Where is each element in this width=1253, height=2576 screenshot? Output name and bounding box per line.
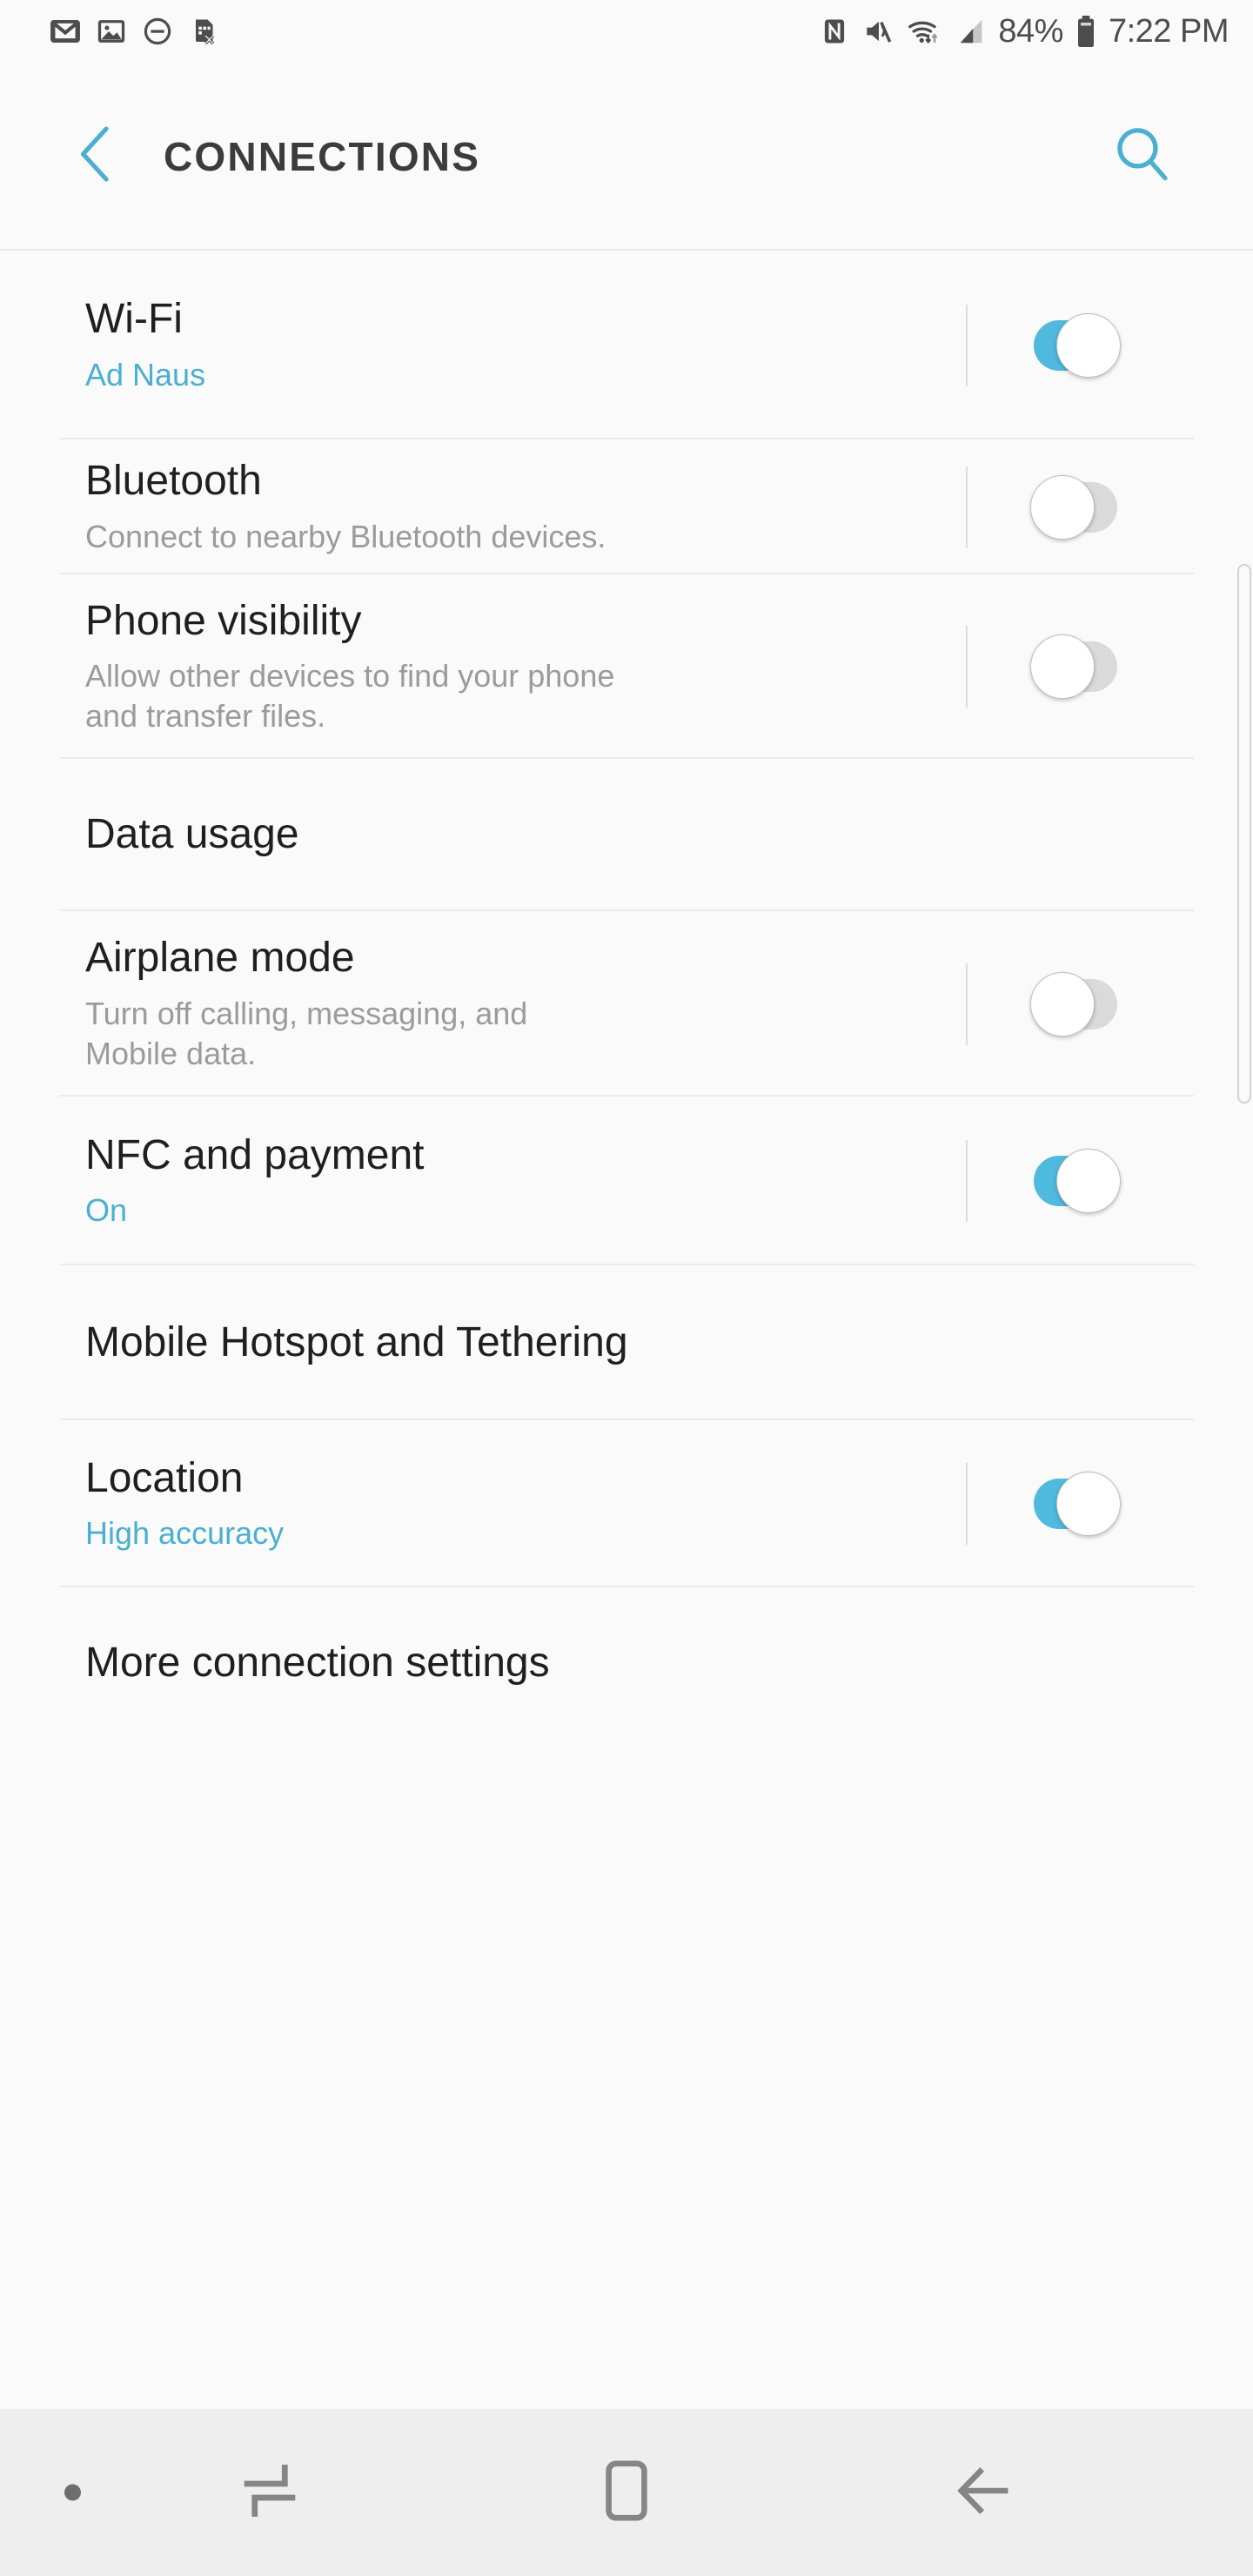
- row-text-group: Mobile Hotspot and Tethering: [85, 1318, 1253, 1368]
- row-subtitle: Turn off calling, messaging, and Mobile …: [85, 995, 528, 1071]
- photos-icon: [96, 16, 127, 47]
- row-title: NFC and payment: [85, 1131, 425, 1178]
- status-bar: 84% 7:22 PM: [0, 0, 1253, 63]
- toggle-knob: [1056, 312, 1121, 378]
- home-icon: [596, 2457, 657, 2529]
- nfc-icon: [819, 16, 850, 47]
- toggle-knob: [1030, 474, 1095, 540]
- settings-row-airplane-mode[interactable]: Airplane mode Turn off calling, messagin…: [0, 911, 1253, 1097]
- airplane-mode-toggle[interactable]: [1030, 971, 1117, 1036]
- sim-card-disabled-icon: [188, 16, 219, 47]
- do-not-disturb-icon: [141, 15, 174, 48]
- row-text-group: NFC and payment On: [85, 1131, 966, 1231]
- settings-row-location[interactable]: Location High accuracy: [0, 1420, 1253, 1587]
- settings-row-bluetooth[interactable]: Bluetooth Connect to nearby Bluetooth de…: [0, 439, 1253, 574]
- mute-icon: [861, 15, 895, 48]
- back-button[interactable]: [44, 104, 148, 209]
- row-title: Phone visibility: [85, 597, 362, 644]
- page-title: CONNECTIONS: [164, 133, 481, 179]
- row-title: More connection settings: [85, 1640, 550, 1687]
- wifi-toggle[interactable]: [1034, 312, 1121, 378]
- app-header: CONNECTIONS: [0, 63, 1253, 250]
- row-subtitle: High accuracy: [85, 1515, 285, 1552]
- back-icon: [950, 2459, 1016, 2526]
- row-title: Bluetooth: [85, 458, 262, 505]
- row-subtitle: Ad Naus: [85, 356, 206, 392]
- row-title: Location: [85, 1454, 244, 1501]
- toggle-separator: [966, 304, 968, 386]
- home-button[interactable]: [557, 2440, 696, 2545]
- location-toggle[interactable]: [1034, 1472, 1121, 1536]
- battery-icon: [1075, 14, 1097, 49]
- status-bar-right-icons: 84% 7:22 PM: [819, 13, 1230, 50]
- toggle-separator: [966, 1463, 968, 1545]
- phone-screen: 84% 7:22 PM CONNECTIONS Wi-Fi Ad Naus Bl…: [0, 0, 1253, 2576]
- gmail-icon: [49, 15, 82, 48]
- toggle-area: [966, 439, 1253, 574]
- toggle-separator: [966, 626, 968, 708]
- toggle-area: [966, 911, 1253, 1097]
- toggle-separator: [966, 963, 968, 1045]
- toggle-separator: [966, 1140, 968, 1222]
- row-text-group: Wi-Fi Ad Naus: [85, 295, 966, 395]
- toggle-area: [966, 1097, 1253, 1265]
- toggle-area: [966, 251, 1253, 439]
- settings-row-data-usage[interactable]: Data usage: [0, 759, 1253, 911]
- row-text-group: Airplane mode Turn off calling, messagin…: [85, 934, 966, 1074]
- search-icon: [1111, 123, 1174, 190]
- row-title: Airplane mode: [85, 935, 355, 982]
- chevron-left-icon: [70, 122, 121, 191]
- row-subtitle: On: [85, 1192, 128, 1229]
- navigation-bar: [0, 2409, 1253, 2576]
- recents-icon: [238, 2459, 302, 2527]
- row-subtitle: Allow other devices to find your phone a…: [85, 658, 615, 735]
- notification-dot-icon[interactable]: [64, 2484, 81, 2501]
- row-text-group: Data usage: [85, 810, 1253, 860]
- toggle-knob: [1056, 1149, 1121, 1213]
- cellular-signal-icon: [955, 15, 987, 48]
- settings-row-phone-visibility[interactable]: Phone visibility Allow other devices to …: [0, 574, 1253, 759]
- scrollbar[interactable]: [1237, 564, 1251, 1104]
- toggle-separator: [966, 466, 968, 548]
- toggle-knob: [1056, 1472, 1121, 1536]
- settings-row-mobile-hotspot-and-tethering[interactable]: Mobile Hotspot and Tethering: [0, 1265, 1253, 1420]
- bluetooth-toggle[interactable]: [1030, 474, 1117, 540]
- back-button-nav[interactable]: [914, 2440, 1053, 2545]
- recents-button[interactable]: [200, 2440, 339, 2545]
- row-text-group: Location High accuracy: [85, 1454, 966, 1554]
- settings-row-wifi[interactable]: Wi-Fi Ad Naus: [0, 251, 1253, 439]
- nfc-toggle[interactable]: [1034, 1149, 1121, 1213]
- toggle-knob: [1030, 971, 1095, 1036]
- toggle-area: [966, 1420, 1253, 1587]
- search-button[interactable]: [1095, 109, 1190, 205]
- row-text-group: More connection settings: [85, 1639, 1253, 1688]
- row-title: Data usage: [85, 811, 299, 858]
- battery-percent-label: 84%: [998, 13, 1063, 50]
- row-subtitle: Connect to nearby Bluetooth devices.: [85, 518, 606, 554]
- row-title: Mobile Hotspot and Tethering: [85, 1318, 628, 1365]
- status-bar-left-icons: [49, 15, 219, 48]
- row-text-group: Bluetooth Connect to nearby Bluetooth de…: [85, 457, 966, 557]
- settings-row-nfc-and-payment[interactable]: NFC and payment On: [0, 1097, 1253, 1265]
- settings-list: Wi-Fi Ad Naus Bluetooth Connect to nearb…: [0, 251, 1253, 2409]
- toggle-area: [966, 574, 1253, 759]
- row-text-group: Phone visibility Allow other devices to …: [85, 597, 966, 737]
- clock-label: 7:22 PM: [1108, 13, 1230, 50]
- toggle-knob: [1030, 634, 1095, 699]
- wifi-icon: [906, 15, 944, 48]
- phone-visibility-toggle[interactable]: [1030, 634, 1117, 699]
- settings-row-more-connection-settings[interactable]: More connection settings: [0, 1587, 1253, 1740]
- row-title: Wi-Fi: [85, 296, 183, 343]
